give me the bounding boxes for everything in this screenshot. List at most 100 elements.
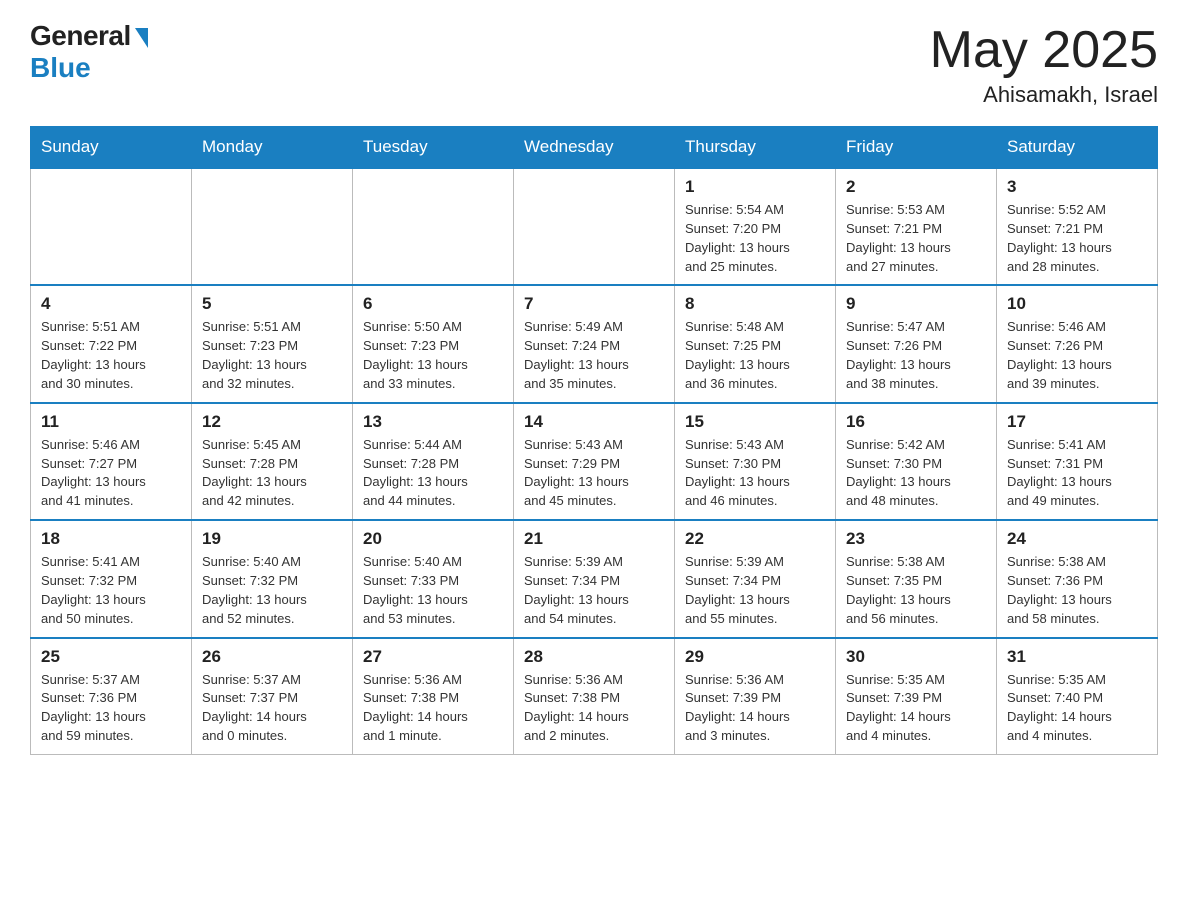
day-info: Sunrise: 5:42 AM Sunset: 7:30 PM Dayligh… — [846, 436, 986, 511]
calendar-cell: 23 Sunrise: 5:38 AM Sunset: 7:35 PM Dayli… — [836, 520, 997, 637]
day-info: Sunrise: 5:46 AM Sunset: 7:27 PM Dayligh… — [41, 436, 181, 511]
day-number: 20 — [363, 529, 503, 549]
day-number: 29 — [685, 647, 825, 667]
calendar-cell: 9 Sunrise: 5:47 AM Sunset: 7:26 PM Daylig… — [836, 285, 997, 402]
day-number: 30 — [846, 647, 986, 667]
weekday-header-monday: Monday — [192, 127, 353, 169]
logo-arrow-icon — [135, 28, 148, 48]
calendar-cell — [514, 168, 675, 285]
day-info: Sunrise: 5:44 AM Sunset: 7:28 PM Dayligh… — [363, 436, 503, 511]
weekday-header-saturday: Saturday — [997, 127, 1158, 169]
day-info: Sunrise: 5:36 AM Sunset: 7:38 PM Dayligh… — [524, 671, 664, 746]
calendar-table: SundayMondayTuesdayWednesdayThursdayFrid… — [30, 126, 1158, 755]
week-row-2: 4 Sunrise: 5:51 AM Sunset: 7:22 PM Daylig… — [31, 285, 1158, 402]
day-number: 19 — [202, 529, 342, 549]
logo: General Blue — [30, 20, 148, 84]
calendar-cell — [192, 168, 353, 285]
day-info: Sunrise: 5:39 AM Sunset: 7:34 PM Dayligh… — [685, 553, 825, 628]
calendar-cell: 25 Sunrise: 5:37 AM Sunset: 7:36 PM Dayli… — [31, 638, 192, 755]
day-number: 14 — [524, 412, 664, 432]
day-number: 4 — [41, 294, 181, 314]
calendar-cell: 16Sunrise: 5:42 AM Sunset: 7:30 PM Dayli… — [836, 403, 997, 520]
day-info: Sunrise: 5:38 AM Sunset: 7:36 PM Dayligh… — [1007, 553, 1147, 628]
weekday-header-thursday: Thursday — [675, 127, 836, 169]
weekday-header-wednesday: Wednesday — [514, 127, 675, 169]
day-info: Sunrise: 5:51 AM Sunset: 7:23 PM Dayligh… — [202, 318, 342, 393]
calendar-cell: 29 Sunrise: 5:36 AM Sunset: 7:39 PM Dayli… — [675, 638, 836, 755]
day-info: Sunrise: 5:38 AM Sunset: 7:35 PM Dayligh… — [846, 553, 986, 628]
day-info: Sunrise: 5:37 AM Sunset: 7:37 PM Dayligh… — [202, 671, 342, 746]
day-info: Sunrise: 5:41 AM Sunset: 7:31 PM Dayligh… — [1007, 436, 1147, 511]
day-info: Sunrise: 5:37 AM Sunset: 7:36 PM Dayligh… — [41, 671, 181, 746]
calendar-cell: 18 Sunrise: 5:41 AM Sunset: 7:32 PM Dayli… — [31, 520, 192, 637]
location-title: Ahisamakh, Israel — [930, 82, 1158, 108]
calendar-cell: 3 Sunrise: 5:52 AM Sunset: 7:21 PM Daylig… — [997, 168, 1158, 285]
calendar-cell: 12 Sunrise: 5:45 AM Sunset: 7:28 PM Dayli… — [192, 403, 353, 520]
weekday-header-row: SundayMondayTuesdayWednesdayThursdayFrid… — [31, 127, 1158, 169]
week-row-1: 1Sunrise: 5:54 AM Sunset: 7:20 PM Daylig… — [31, 168, 1158, 285]
calendar-cell: 31Sunrise: 5:35 AM Sunset: 7:40 PM Dayli… — [997, 638, 1158, 755]
calendar-cell: 10 Sunrise: 5:46 AM Sunset: 7:26 PM Dayli… — [997, 285, 1158, 402]
logo-general-text: General — [30, 20, 131, 52]
calendar-cell: 22 Sunrise: 5:39 AM Sunset: 7:34 PM Dayli… — [675, 520, 836, 637]
day-number: 25 — [41, 647, 181, 667]
day-number: 3 — [1007, 177, 1147, 197]
day-number: 27 — [363, 647, 503, 667]
calendar-cell: 6 Sunrise: 5:50 AM Sunset: 7:23 PM Daylig… — [353, 285, 514, 402]
day-number: 5 — [202, 294, 342, 314]
day-info: Sunrise: 5:41 AM Sunset: 7:32 PM Dayligh… — [41, 553, 181, 628]
day-number: 24 — [1007, 529, 1147, 549]
month-title: May 2025 — [930, 20, 1158, 80]
day-info: Sunrise: 5:51 AM Sunset: 7:22 PM Dayligh… — [41, 318, 181, 393]
day-number: 8 — [685, 294, 825, 314]
day-number: 28 — [524, 647, 664, 667]
calendar-cell: 7Sunrise: 5:49 AM Sunset: 7:24 PM Daylig… — [514, 285, 675, 402]
logo-blue-text: Blue — [30, 52, 91, 84]
day-info: Sunrise: 5:35 AM Sunset: 7:39 PM Dayligh… — [846, 671, 986, 746]
calendar-cell: 24 Sunrise: 5:38 AM Sunset: 7:36 PM Dayli… — [997, 520, 1158, 637]
calendar-cell: 11 Sunrise: 5:46 AM Sunset: 7:27 PM Dayli… — [31, 403, 192, 520]
day-number: 13 — [363, 412, 503, 432]
day-number: 2 — [846, 177, 986, 197]
day-info: Sunrise: 5:52 AM Sunset: 7:21 PM Dayligh… — [1007, 201, 1147, 276]
day-number: 23 — [846, 529, 986, 549]
page-header: General Blue May 2025 Ahisamakh, Israel — [30, 20, 1158, 108]
day-number: 9 — [846, 294, 986, 314]
week-row-5: 25 Sunrise: 5:37 AM Sunset: 7:36 PM Dayli… — [31, 638, 1158, 755]
day-number: 12 — [202, 412, 342, 432]
calendar-cell: 8 Sunrise: 5:48 AM Sunset: 7:25 PM Daylig… — [675, 285, 836, 402]
day-number: 26 — [202, 647, 342, 667]
calendar-cell — [353, 168, 514, 285]
calendar-cell: 14 Sunrise: 5:43 AM Sunset: 7:29 PM Dayli… — [514, 403, 675, 520]
day-number: 31 — [1007, 647, 1147, 667]
day-info: Sunrise: 5:50 AM Sunset: 7:23 PM Dayligh… — [363, 318, 503, 393]
day-info: Sunrise: 5:47 AM Sunset: 7:26 PM Dayligh… — [846, 318, 986, 393]
calendar-cell — [31, 168, 192, 285]
calendar-cell: 4 Sunrise: 5:51 AM Sunset: 7:22 PM Daylig… — [31, 285, 192, 402]
day-info: Sunrise: 5:45 AM Sunset: 7:28 PM Dayligh… — [202, 436, 342, 511]
day-number: 11 — [41, 412, 181, 432]
day-info: Sunrise: 5:43 AM Sunset: 7:30 PM Dayligh… — [685, 436, 825, 511]
calendar-cell: 26 Sunrise: 5:37 AM Sunset: 7:37 PM Dayli… — [192, 638, 353, 755]
day-number: 15 — [685, 412, 825, 432]
day-number: 22 — [685, 529, 825, 549]
week-row-4: 18 Sunrise: 5:41 AM Sunset: 7:32 PM Dayli… — [31, 520, 1158, 637]
calendar-cell: 21Sunrise: 5:39 AM Sunset: 7:34 PM Dayli… — [514, 520, 675, 637]
calendar-cell: 13 Sunrise: 5:44 AM Sunset: 7:28 PM Dayli… — [353, 403, 514, 520]
calendar-cell: 30 Sunrise: 5:35 AM Sunset: 7:39 PM Dayli… — [836, 638, 997, 755]
day-number: 6 — [363, 294, 503, 314]
day-number: 18 — [41, 529, 181, 549]
day-info: Sunrise: 5:54 AM Sunset: 7:20 PM Dayligh… — [685, 201, 825, 276]
calendar-cell: 2 Sunrise: 5:53 AM Sunset: 7:21 PM Daylig… — [836, 168, 997, 285]
day-number: 10 — [1007, 294, 1147, 314]
day-info: Sunrise: 5:46 AM Sunset: 7:26 PM Dayligh… — [1007, 318, 1147, 393]
day-info: Sunrise: 5:48 AM Sunset: 7:25 PM Dayligh… — [685, 318, 825, 393]
day-info: Sunrise: 5:40 AM Sunset: 7:32 PM Dayligh… — [202, 553, 342, 628]
day-number: 7 — [524, 294, 664, 314]
weekday-header-friday: Friday — [836, 127, 997, 169]
day-info: Sunrise: 5:36 AM Sunset: 7:39 PM Dayligh… — [685, 671, 825, 746]
day-info: Sunrise: 5:36 AM Sunset: 7:38 PM Dayligh… — [363, 671, 503, 746]
day-info: Sunrise: 5:53 AM Sunset: 7:21 PM Dayligh… — [846, 201, 986, 276]
day-info: Sunrise: 5:43 AM Sunset: 7:29 PM Dayligh… — [524, 436, 664, 511]
day-number: 21 — [524, 529, 664, 549]
